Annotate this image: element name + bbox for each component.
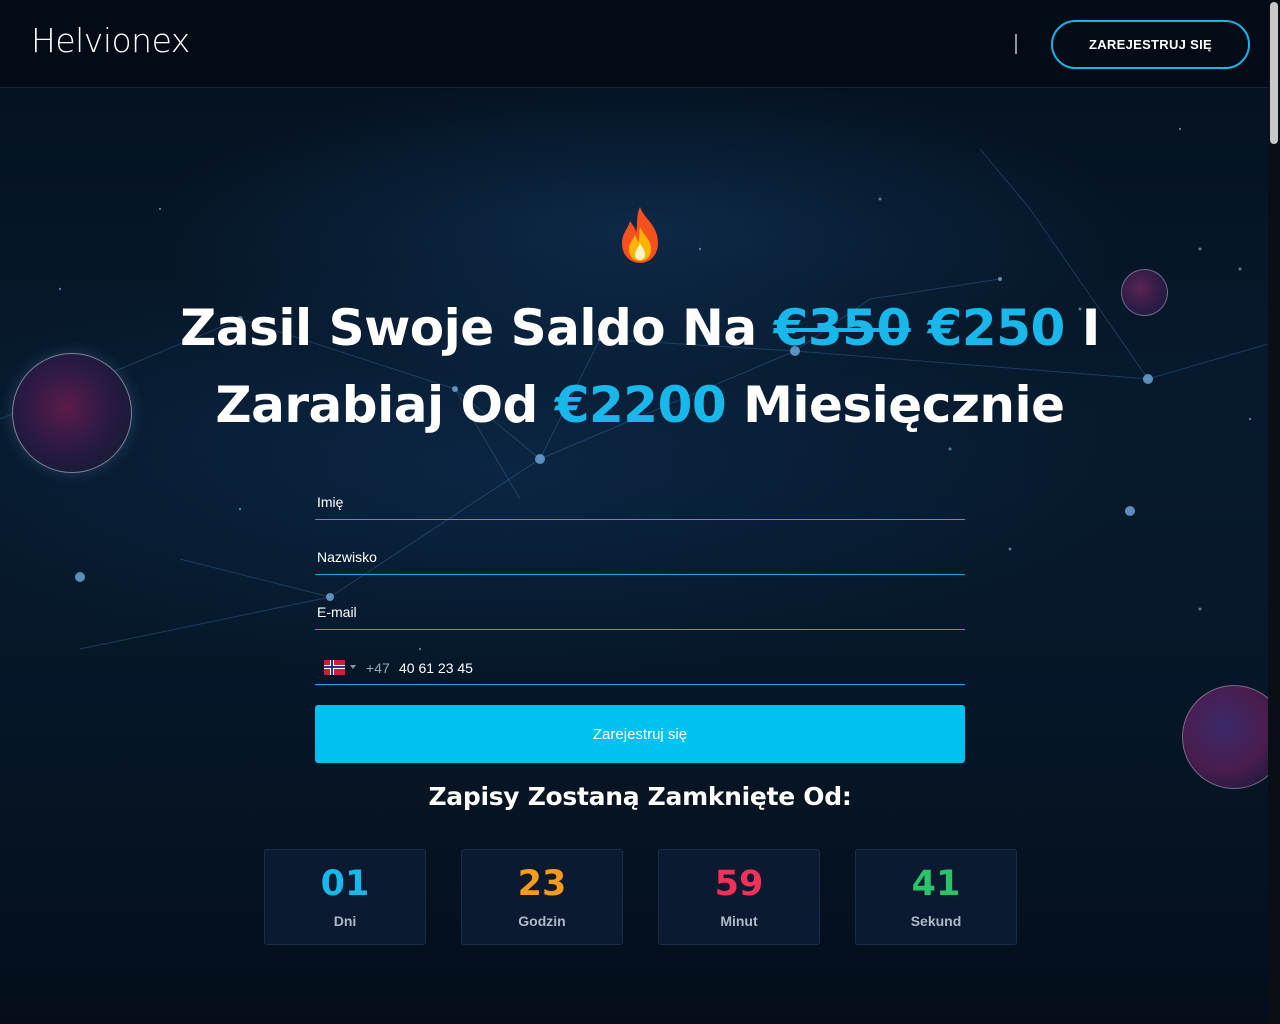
register-header-button[interactable]: ZAREJESTRUJ SIĘ (1051, 20, 1250, 69)
chevron-down-icon[interactable] (350, 665, 356, 669)
norway-flag-icon[interactable] (324, 660, 345, 675)
scrollbar-thumb[interactable] (1270, 2, 1278, 144)
header-divider (1015, 34, 1017, 54)
countdown-label: Godzin (518, 913, 566, 929)
last-name-placeholder: Nazwisko (317, 549, 377, 565)
first-name-field[interactable]: Imię (315, 484, 965, 520)
hero-headline: Zasil Swoje Saldo Na €350 €250 I Zarabia… (130, 290, 1150, 444)
countdown-value: 01 (320, 864, 370, 904)
decorative-orb (12, 353, 132, 473)
headline-text: Miesięcznie (726, 376, 1065, 434)
decorative-orb (1182, 685, 1280, 789)
countdown-seconds: 41 Sekund (855, 849, 1017, 945)
last-name-field[interactable]: Nazwisko (315, 539, 965, 575)
email-field[interactable]: E-mail (315, 594, 965, 630)
countdown-value: 41 (911, 864, 961, 904)
new-price: €250 (927, 299, 1066, 357)
headline-text: Zasil Swoje Saldo Na (180, 299, 774, 357)
fire-icon (622, 207, 658, 263)
landing-page: Helvionex ZAREJESTRUJ SIĘ Zasil Swoje Sa… (0, 0, 1280, 1024)
phone-field[interactable]: +47 40 61 23 45 (315, 649, 965, 685)
phone-input[interactable]: 40 61 23 45 (399, 660, 473, 676)
countdown-value: 23 (517, 864, 567, 904)
dial-code: +47 (366, 660, 390, 676)
countdown-label: Dni (333, 913, 357, 929)
countdown-label: Minut (720, 913, 758, 929)
headline-space (911, 299, 928, 357)
first-name-placeholder: Imię (317, 494, 344, 510)
register-submit-button[interactable]: Zarejestruj się (315, 705, 965, 763)
countdown-hours: 23 Godzin (461, 849, 623, 945)
email-placeholder: E-mail (317, 604, 357, 620)
income-amount: €2200 (554, 376, 727, 434)
old-price: €350 (773, 299, 912, 357)
countdown-days: 01 Dni (264, 849, 426, 945)
scrollbar[interactable] (1268, 0, 1280, 1024)
countdown-value: 59 (714, 864, 764, 904)
countdown-title: Zapisy Zostaną Zamknięte Od: (428, 782, 852, 811)
countdown-label: Sekund (910, 913, 962, 929)
logo[interactable]: Helvionex (31, 21, 190, 60)
site-header: Helvionex ZAREJESTRUJ SIĘ (0, 0, 1268, 88)
countdown-minutes: 59 Minut (658, 849, 820, 945)
